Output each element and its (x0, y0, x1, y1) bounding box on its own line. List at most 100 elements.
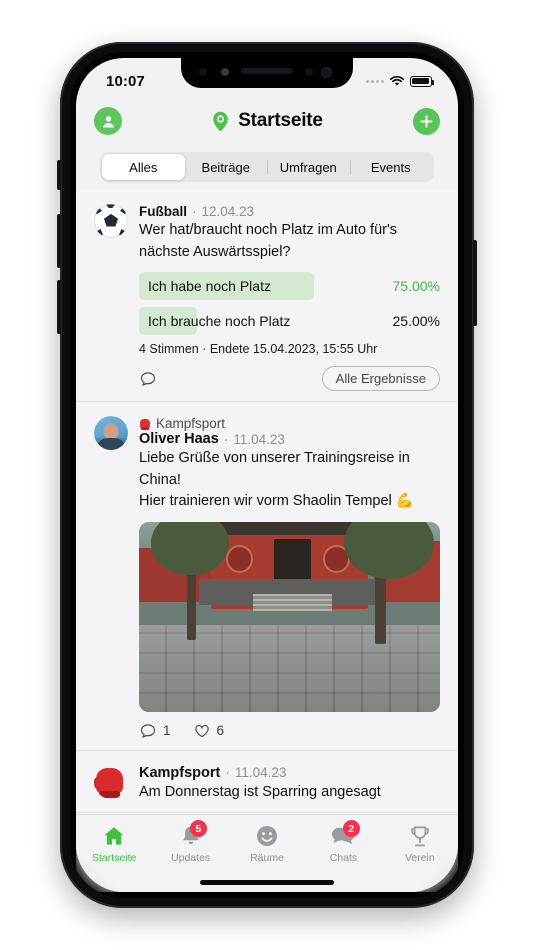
poll-action-left (139, 370, 157, 388)
soccer-ball-icon[interactable] (94, 204, 128, 238)
phone-bezel: 10:07 Startseite Alles Beiträge Umfragen… (70, 52, 464, 898)
person-circle-icon[interactable] (94, 107, 122, 135)
tab-alles[interactable]: Alles (102, 154, 185, 180)
like-action[interactable]: 6 (193, 722, 225, 740)
third-post-meta: Kampfsport · 11.04.23 Am Donnerstag ist … (139, 765, 440, 803)
tab-startseite-label: Startseite (92, 852, 137, 864)
status-indicators (366, 75, 435, 87)
photo-action-left: 1 6 (139, 722, 224, 740)
third-body-line1: Am Donnerstag ist Sparring angesagt (139, 783, 381, 800)
like-count: 6 (216, 723, 225, 739)
app-screen: 10:07 Startseite Alles Beiträge Umfragen… (76, 58, 458, 892)
third-group-name[interactable]: Kampfsport (139, 765, 220, 781)
tab-alles-label: Alles (129, 159, 158, 175)
dot-projector-icon (305, 68, 313, 76)
poll-question-line2: nächste Auswärtsspiel? (139, 243, 291, 260)
photo-actions-row: 1 6 (139, 722, 440, 740)
page-title: Startseite (238, 110, 323, 131)
poll-date: 12.04.23 (201, 204, 255, 219)
tab-events-label: Events (370, 159, 411, 175)
photo-date: 11.04.23 (233, 431, 285, 447)
poll-option-percent-2: 25.00% (392, 313, 440, 330)
poll-option-percent-1: 75.00% (392, 278, 440, 295)
feed-filter-segmented-control[interactable]: Alles Beiträge Umfragen Events (100, 152, 434, 182)
status-time: 10:07 (106, 72, 145, 90)
tab-raeume-label: Räume (250, 852, 284, 864)
tab-updates[interactable]: 5 Updates (152, 820, 228, 864)
photo-body-line2: China! (139, 471, 181, 488)
nav-header: Startseite (76, 96, 458, 146)
notch (181, 58, 353, 88)
poll-group-line: Fußball · 12.04.23 (139, 204, 440, 219)
poll-option-row[interactable]: Ich brauche noch Platz 25.00% (139, 307, 440, 336)
volume-up-button[interactable] (57, 214, 61, 268)
tab-raeume[interactable]: Räume (229, 824, 305, 864)
boxing-glove-icon[interactable] (94, 765, 128, 799)
volume-down-button[interactable] (57, 280, 61, 334)
wifi-icon (389, 75, 405, 87)
chats-badge: 2 (342, 820, 360, 837)
nav-title-group[interactable]: Startseite (212, 110, 323, 132)
comment-bubble-icon (139, 722, 157, 740)
tab-startseite[interactable]: Startseite (76, 824, 152, 864)
location-pin-icon (212, 111, 229, 132)
updates-badge: 5 (189, 820, 207, 837)
proximity-sensor-icon (199, 68, 207, 76)
tab-umfragen-label: Umfragen (279, 159, 337, 175)
tab-events[interactable]: Events (349, 154, 433, 180)
phone-frame: 10:07 Startseite Alles Beiträge Umfragen… (57, 42, 477, 908)
third-post-card[interactable]: Kampfsport · 11.04.23 Am Donnerstag ist … (76, 750, 458, 814)
poll-options[interactable]: Ich habe noch Platz 75.00% Ich brauche n… (139, 272, 440, 336)
tab-verein[interactable]: Verein (382, 824, 458, 864)
tab-verein-label: Verein (404, 852, 435, 864)
poll-question-line1: Wer hat/braucht noch Platz im Auto für's (139, 222, 397, 238)
tab-umfragen[interactable]: Umfragen (267, 154, 350, 180)
tab-chats[interactable]: 2 Chats (305, 820, 381, 864)
feed-list[interactable]: Fußball · 12.04.23 Wer hat/braucht noch … (76, 190, 458, 892)
earpiece-speaker (241, 68, 293, 74)
photo-group-name[interactable]: Kampfsport (156, 416, 225, 431)
battery-full-icon (410, 75, 435, 87)
photo-body-line3: Hier trainieren wir vorm Shaolin Tempel … (139, 493, 414, 510)
poll-post-meta: Fußball · 12.04.23 Wer hat/braucht noch … (139, 204, 440, 241)
poll-group-name[interactable]: Fußball (139, 204, 187, 219)
tab-beitraege[interactable]: Beiträge (185, 154, 268, 180)
plus-circle-icon[interactable] (412, 107, 440, 135)
separator: · (225, 765, 230, 781)
separator: · (223, 431, 229, 447)
comment-bubble-icon[interactable] (139, 370, 157, 388)
user-photo-avatar[interactable] (94, 416, 128, 451)
home-icon (101, 824, 127, 848)
photo-author-name[interactable]: Oliver Haas (139, 431, 219, 447)
silent-switch[interactable] (57, 160, 61, 190)
poll-post-header: Fußball · 12.04.23 Wer hat/braucht noch … (94, 204, 440, 241)
photo-group-line: Kampfsport (139, 416, 440, 431)
tab-updates-label: Updates (171, 852, 211, 864)
all-results-button[interactable]: Alle Ergebnisse (321, 366, 440, 392)
poll-option-label-1: Ich habe noch Platz (148, 278, 271, 295)
poll-option-track-1[interactable]: Ich habe noch Platz (139, 272, 372, 301)
power-button[interactable] (473, 240, 477, 326)
third-group-line: Kampfsport · 11.04.23 (139, 765, 440, 781)
separator: · (192, 204, 197, 219)
poll-post-card[interactable]: Fußball · 12.04.23 Wer hat/braucht noch … (76, 190, 458, 403)
poll-actions-row: Alle Ergebnisse (139, 366, 440, 392)
photo-post-meta: Kampfsport Oliver Haas · 11.04.23 Liebe … (139, 416, 440, 469)
front-camera-icon (322, 68, 331, 77)
smiley-icon (254, 824, 280, 848)
shaolin-training-photo[interactable] (139, 521, 440, 712)
comment-action[interactable]: 1 (139, 722, 171, 740)
poll-option-row[interactable]: Ich habe noch Platz 75.00% (139, 272, 440, 301)
tab-chats-label: Chats (329, 852, 358, 864)
photo-post-header: Kampfsport Oliver Haas · 11.04.23 Liebe … (94, 416, 440, 469)
boxing-glove-icon (139, 418, 151, 430)
comment-count: 1 (163, 723, 171, 739)
home-indicator[interactable] (200, 880, 334, 885)
third-post-header: Kampfsport · 11.04.23 Am Donnerstag ist … (94, 765, 440, 803)
poll-vote-info: 4 Stimmen · Endete 15.04.2023, 15:55 Uhr (139, 342, 378, 357)
poll-option-label-2: Ich brauche noch Platz (148, 313, 291, 330)
photo-post-card[interactable]: Kampfsport Oliver Haas · 11.04.23 Liebe … (76, 402, 458, 751)
trophy-icon (407, 824, 433, 848)
poll-option-track-2[interactable]: Ich brauche noch Platz (139, 307, 372, 336)
heart-icon (193, 722, 211, 740)
